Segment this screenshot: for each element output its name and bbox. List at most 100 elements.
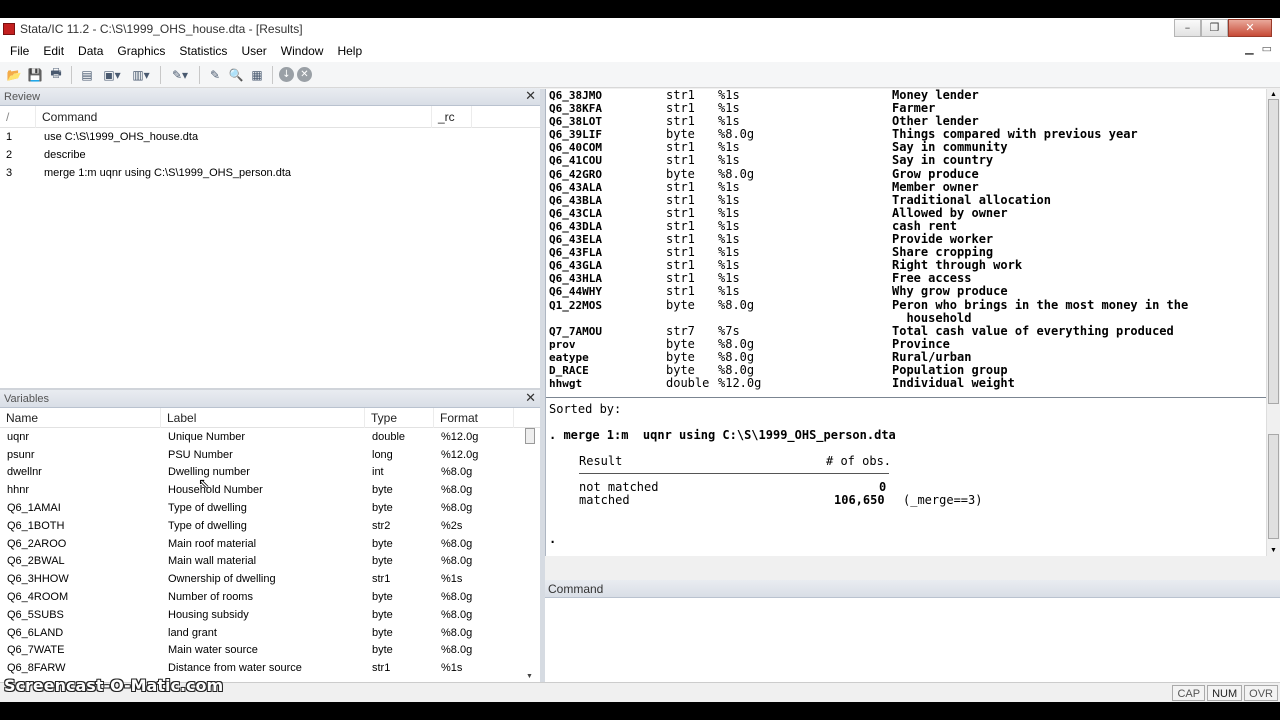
describe-var-label: Why grow produce (892, 284, 1008, 299)
describe-var-type: byte (666, 336, 695, 351)
log-icon[interactable]: ▤ (78, 66, 96, 84)
toolbar-separator (71, 65, 72, 84)
review-row-number: 2 (6, 149, 13, 161)
describe-var-name: Q6_43ELA (549, 233, 602, 247)
variable-row[interactable]: Q6_1AMAI Type of dwelling byte %8.0g (0, 499, 540, 517)
clear-more-icon[interactable]: ↓ (279, 67, 294, 82)
menu-window[interactable]: Window (274, 44, 331, 58)
variable-row[interactable]: Q6_3HHOW Ownership of dwelling str1 %1s (0, 570, 540, 588)
variable-name: Q6_2BWAL (7, 555, 65, 568)
data-browser-icon[interactable]: 🔍 (227, 66, 245, 84)
break-icon[interactable]: ✕ (297, 67, 312, 82)
restore-button[interactable]: ❐ (1201, 19, 1228, 37)
variables-manager-icon[interactable]: ▦ (248, 66, 266, 84)
variable-row[interactable]: Q6_1BOTH Type of dwelling str2 %2s (0, 517, 540, 535)
mdi-minimize-icon[interactable]: ▁ (1245, 42, 1253, 55)
menu-edit[interactable]: Edit (36, 44, 71, 58)
close-variables-icon[interactable]: ✕ (525, 391, 536, 406)
variable-format: %8.0g (441, 537, 473, 550)
menu-user[interactable]: User (234, 44, 273, 58)
variables-col-name[interactable]: Name (0, 408, 161, 428)
viewer-icon[interactable]: ▣▾ (99, 66, 125, 84)
merge-command-echo: . merge 1:m uqnr using C:\S\1999_OHS_per… (549, 428, 896, 442)
variable-row[interactable]: Q6_5SUBS Housing subsidy byte %8.0g (0, 606, 540, 624)
results-scrollbar[interactable]: ▲ ▼ (1266, 89, 1280, 556)
variable-type: byte (372, 502, 393, 515)
review-col-sort[interactable]: / (0, 105, 36, 128)
describe-var-label: household (892, 310, 972, 325)
variable-row[interactable]: Q6_2AROO Main roof material byte %8.0g (0, 535, 540, 553)
review-row[interactable]: 3 merge 1:m uqnr using C:\S\1999_OHS_per… (0, 164, 540, 182)
variable-label: land grant (168, 626, 217, 639)
review-row[interactable]: 1 use C:\S\1999_OHS_house.dta (0, 128, 540, 146)
variable-name: Q6_2AROO (7, 537, 67, 550)
variables-col-format[interactable]: Format (434, 408, 514, 428)
describe-var-name: prov (549, 337, 576, 351)
variable-format: %8.0g (441, 502, 473, 515)
menu-file[interactable]: File (0, 44, 36, 58)
describe-var-name: Q6_41COU (549, 154, 602, 168)
variable-row[interactable]: uqnr Unique Number double %12.0g (0, 428, 540, 446)
describe-row: D_RACE byte %8.0g Population group (546, 363, 1222, 377)
review-row-command: describe (44, 149, 86, 161)
scroll-down-icon[interactable]: ▼ (1270, 547, 1277, 554)
review-row-number: 1 (6, 131, 13, 143)
variable-row[interactable]: dwellnr Dwelling number int %8.0g (0, 464, 540, 482)
variables-list: uqnr Unique Number double %12.0g psunr PSU Nu… (0, 428, 540, 677)
variables-scroll-thumb[interactable] (525, 428, 535, 444)
open-icon[interactable]: 📂 (5, 66, 23, 84)
variable-row[interactable]: hhnr Household Number byte %8.0g (0, 481, 540, 499)
menu-statistics[interactable]: Statistics (172, 44, 234, 58)
variable-row[interactable]: Q6_7WATE Main water source byte %8.0g (0, 642, 540, 660)
print-icon[interactable]: 🖶 (47, 66, 65, 84)
variable-type: str2 (372, 519, 391, 532)
menu-help[interactable]: Help (330, 44, 369, 58)
mdi-restore-icon[interactable]: ▭ (1262, 42, 1272, 55)
describe-var-format: %8.0g (718, 349, 755, 364)
minimize-button[interactable]: – (1174, 19, 1201, 37)
results-scroll-thumb-upper[interactable] (1268, 99, 1279, 404)
close-button[interactable]: ✕ (1228, 19, 1272, 37)
variables-col-label[interactable]: Label (161, 408, 365, 428)
describe-var-format: %7s (718, 323, 740, 338)
stata-window: Stata/IC 11.2 - C:\S\1999_OHS_house.dta … (0, 0, 1280, 720)
describe-var-format: %1s (718, 101, 740, 116)
stata-app-icon (3, 23, 15, 35)
review-col-command[interactable]: Command (36, 105, 432, 128)
describe-var-format: %1s (718, 153, 740, 168)
command-input[interactable] (545, 598, 1280, 682)
describe-var-format: %1s (718, 89, 740, 102)
scroll-down-icon[interactable]: ▼ (526, 673, 533, 680)
do-file-editor-icon[interactable]: ✎▾ (167, 66, 193, 84)
close-review-icon[interactable]: ✕ (525, 89, 536, 104)
variable-row[interactable]: Q6_6LAND land grant byte %8.0g (0, 624, 540, 642)
variable-row[interactable]: Q6_4ROOM Number of rooms byte %8.0g (0, 588, 540, 606)
variable-label: Household Number (168, 484, 263, 497)
describe-var-format: %1s (718, 218, 740, 233)
graph-icon[interactable]: ▥▾ (128, 66, 154, 84)
review-panel: / Command _rc 1 use C:\S\1999_OHS_house.… (0, 105, 540, 388)
describe-row: Q6_42GRO byte %8.0g Grow produce (546, 166, 1222, 181)
describe-var-label: Total cash value of everything produced (892, 323, 1174, 338)
variable-row[interactable]: Q6_2BWAL Main wall material byte %8.0g (0, 553, 540, 571)
scroll-up-icon[interactable]: ▲ (1270, 91, 1277, 98)
review-col-rc[interactable]: _rc (432, 105, 472, 128)
describe-var-label: Province (892, 336, 950, 351)
describe-var-label: Traditional allocation (892, 192, 1051, 207)
variable-format: %8.0g (441, 626, 473, 639)
data-editor-icon[interactable]: ✎ (206, 66, 224, 84)
variable-row[interactable]: psunr PSU Number long %12.0g (0, 446, 540, 464)
save-icon[interactable]: 💾 (26, 66, 44, 84)
review-row[interactable]: 2 describe (0, 146, 540, 164)
results-scroll-thumb[interactable] (1268, 434, 1279, 539)
menu-data[interactable]: Data (71, 44, 110, 58)
variables-col-type[interactable]: Type (365, 408, 434, 428)
describe-var-label: Grow produce (892, 166, 979, 181)
menu-graphics[interactable]: Graphics (110, 44, 172, 58)
describe-row: Q1_22MOS byte %8.0g Peron who brings in the… (546, 298, 1222, 312)
variable-row[interactable]: Q6_8FARW Distance from water source str1 %1… (0, 659, 540, 677)
review-row-number: 3 (6, 167, 13, 179)
describe-var-type: byte (666, 349, 695, 364)
variables-scrollbar[interactable]: ▼ (524, 428, 536, 682)
describe-var-label: Allowed by owner (892, 205, 1008, 220)
